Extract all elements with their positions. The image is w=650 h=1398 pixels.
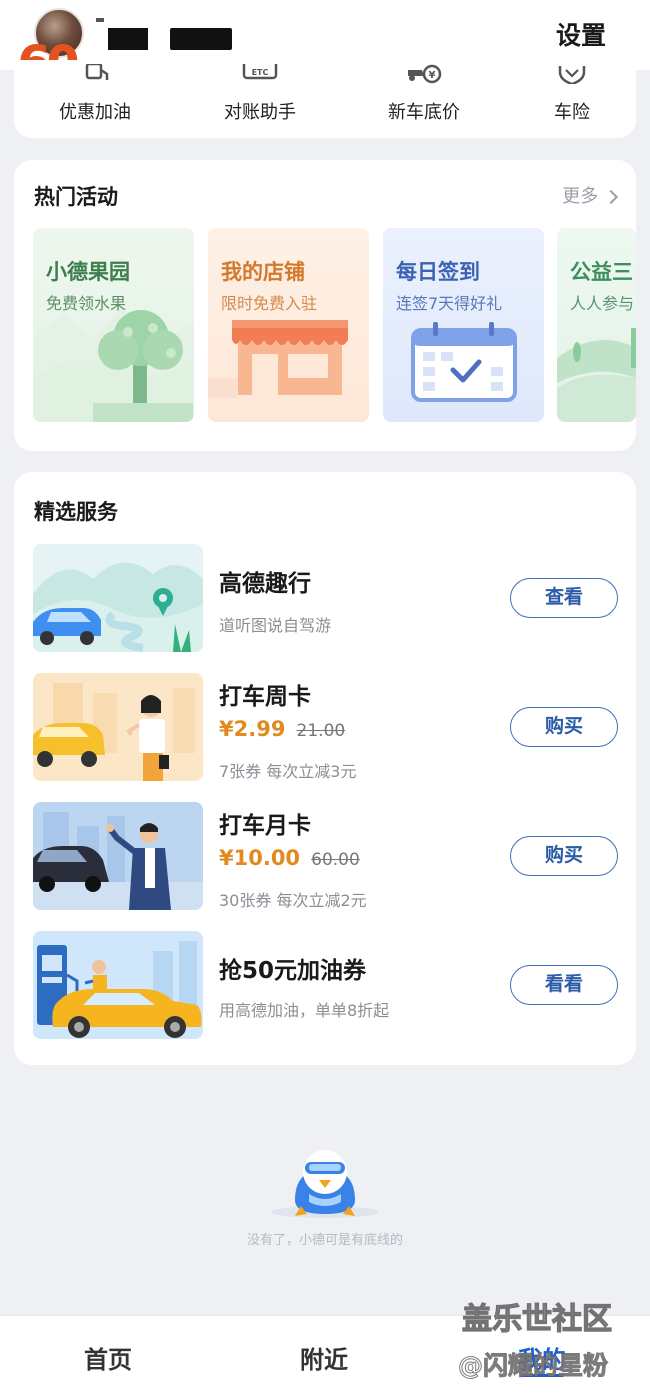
settings-button[interactable]: 设置 bbox=[556, 16, 606, 52]
more-label: 更多 bbox=[562, 186, 599, 207]
quick-link-etc[interactable]: ETC 对账助手 bbox=[195, 60, 325, 138]
hot-activities-title: 热门活动 bbox=[34, 185, 118, 209]
activity-tile-checkin[interactable]: 每日签到 连签7天得好礼 bbox=[383, 228, 544, 422]
fuel-station-car-illustration bbox=[37, 941, 202, 1038]
quick-link-label: 车险 bbox=[554, 102, 590, 123]
buy-button[interactable]: 购买 bbox=[510, 707, 618, 747]
redacted-username bbox=[108, 28, 148, 50]
quick-links-card: 优惠加油 ETC 对账助手 ¥ 新车底价 车险 bbox=[14, 60, 636, 138]
activity-subtitle: 人人参与 bbox=[570, 294, 635, 313]
hot-activities-card: 热门活动 更多 小德果园 免费领水果 我的店铺 限时免费入驻 每日签到 连签7天… bbox=[14, 160, 636, 451]
service-desc: 7张券 每次立减3元 bbox=[219, 762, 357, 781]
shield-icon bbox=[552, 64, 592, 84]
price-original: 60.00 bbox=[311, 850, 360, 870]
profile-page: 设置 60 优惠加油 ETC 对账助手 ¥ 新车底价 车险 bbox=[0, 0, 650, 1398]
service-title: 打车周卡 bbox=[219, 684, 311, 710]
quick-link-insurance[interactable]: 车险 bbox=[507, 60, 637, 138]
service-thumb bbox=[33, 673, 203, 781]
svg-text:¥: ¥ bbox=[429, 70, 436, 81]
service-thumb bbox=[33, 931, 203, 1039]
quick-link-new-car[interactable]: ¥ 新车底价 bbox=[359, 60, 489, 138]
watermark-community: 盖乐世社区 bbox=[461, 1301, 612, 1337]
fuel-pump-icon bbox=[75, 64, 115, 84]
service-row-monthly-card[interactable]: 打车月卡 ¥10.00 60.00 30张券 每次立减2元 购买 bbox=[14, 802, 636, 912]
service-title: 高德趣行 bbox=[219, 571, 311, 597]
look-button[interactable]: 看看 bbox=[510, 965, 618, 1005]
car-man-illustration bbox=[33, 812, 203, 910]
tab-nearby[interactable]: 附近 bbox=[300, 1340, 348, 1375]
service-desc: 30张券 每次立减2元 bbox=[219, 891, 367, 910]
activity-tile-charity[interactable]: 公益三 人人参与 bbox=[557, 228, 636, 422]
service-thumb bbox=[33, 802, 203, 910]
end-of-list-note: 没有了，小德可是有底线的 bbox=[246, 1233, 403, 1248]
road-trip-illustration bbox=[33, 562, 203, 652]
chevron-right-icon bbox=[603, 189, 619, 205]
car-price-icon: ¥ bbox=[404, 64, 444, 84]
activity-subtitle: 免费领水果 bbox=[46, 294, 127, 313]
quick-link-label: 新车底价 bbox=[388, 102, 460, 123]
quick-link-fuel[interactable]: 优惠加油 bbox=[30, 60, 160, 138]
service-row-trip[interactable]: 高德趣行 道听图说自驾游 查看 bbox=[14, 544, 636, 654]
service-desc: 道听图说自驾游 bbox=[219, 616, 332, 635]
price-now: ¥10.00 bbox=[219, 846, 301, 870]
service-title: 打车月卡 bbox=[219, 813, 311, 839]
selected-services-title: 精选服务 bbox=[34, 500, 118, 524]
redacted-user-id bbox=[170, 28, 232, 50]
activity-title: 我的店铺 bbox=[221, 260, 305, 284]
service-price: ¥10.00 60.00 bbox=[219, 846, 360, 870]
watermark-author: @闪耀的星粉 bbox=[457, 1351, 609, 1381]
activity-subtitle: 连签7天得好礼 bbox=[396, 294, 503, 313]
buy-button[interactable]: 购买 bbox=[510, 836, 618, 876]
service-title: 抢50元加油券 bbox=[219, 958, 367, 984]
activity-tile-shop[interactable]: 我的店铺 限时免费入驻 bbox=[208, 228, 369, 422]
price-now: ¥2.99 bbox=[219, 717, 286, 741]
activity-tile-orchard[interactable]: 小德果园 免费领水果 bbox=[33, 228, 194, 422]
quick-link-label: 优惠加油 bbox=[59, 102, 131, 123]
taxi-woman-illustration bbox=[33, 683, 195, 781]
etc-card-icon: ETC bbox=[240, 64, 280, 84]
service-row-weekly-card[interactable]: 打车周卡 ¥2.99 21.00 7张券 每次立减3元 购买 bbox=[14, 673, 636, 783]
service-price: ¥2.99 21.00 bbox=[219, 717, 345, 741]
view-button[interactable]: 查看 bbox=[510, 578, 618, 618]
service-thumb bbox=[33, 544, 203, 652]
price-original: 21.00 bbox=[296, 721, 346, 741]
quick-link-label: 对账助手 bbox=[224, 102, 296, 123]
activity-title: 小德果园 bbox=[46, 260, 130, 284]
redacted-name-mark bbox=[96, 18, 104, 22]
service-row-fuel-coupon[interactable]: 抢50元加油券 用高德加油，单单8折起 看看 bbox=[14, 931, 636, 1041]
svg-text:ETC: ETC bbox=[252, 68, 269, 77]
activity-title: 公益三 bbox=[570, 260, 633, 284]
activity-subtitle: 限时免费入驻 bbox=[221, 294, 318, 313]
selected-services-card: 精选服务 高德趣行 道听图说自驾游 查看 打车周卡 ¥2.99 21.00 7张… bbox=[14, 472, 636, 1065]
tab-home[interactable]: 首页 bbox=[84, 1340, 132, 1375]
activity-title: 每日签到 bbox=[396, 260, 480, 284]
mascot-icon bbox=[271, 1150, 379, 1218]
more-link[interactable]: 更多 bbox=[562, 182, 619, 208]
service-desc: 用高德加油，单单8折起 bbox=[219, 1001, 390, 1020]
